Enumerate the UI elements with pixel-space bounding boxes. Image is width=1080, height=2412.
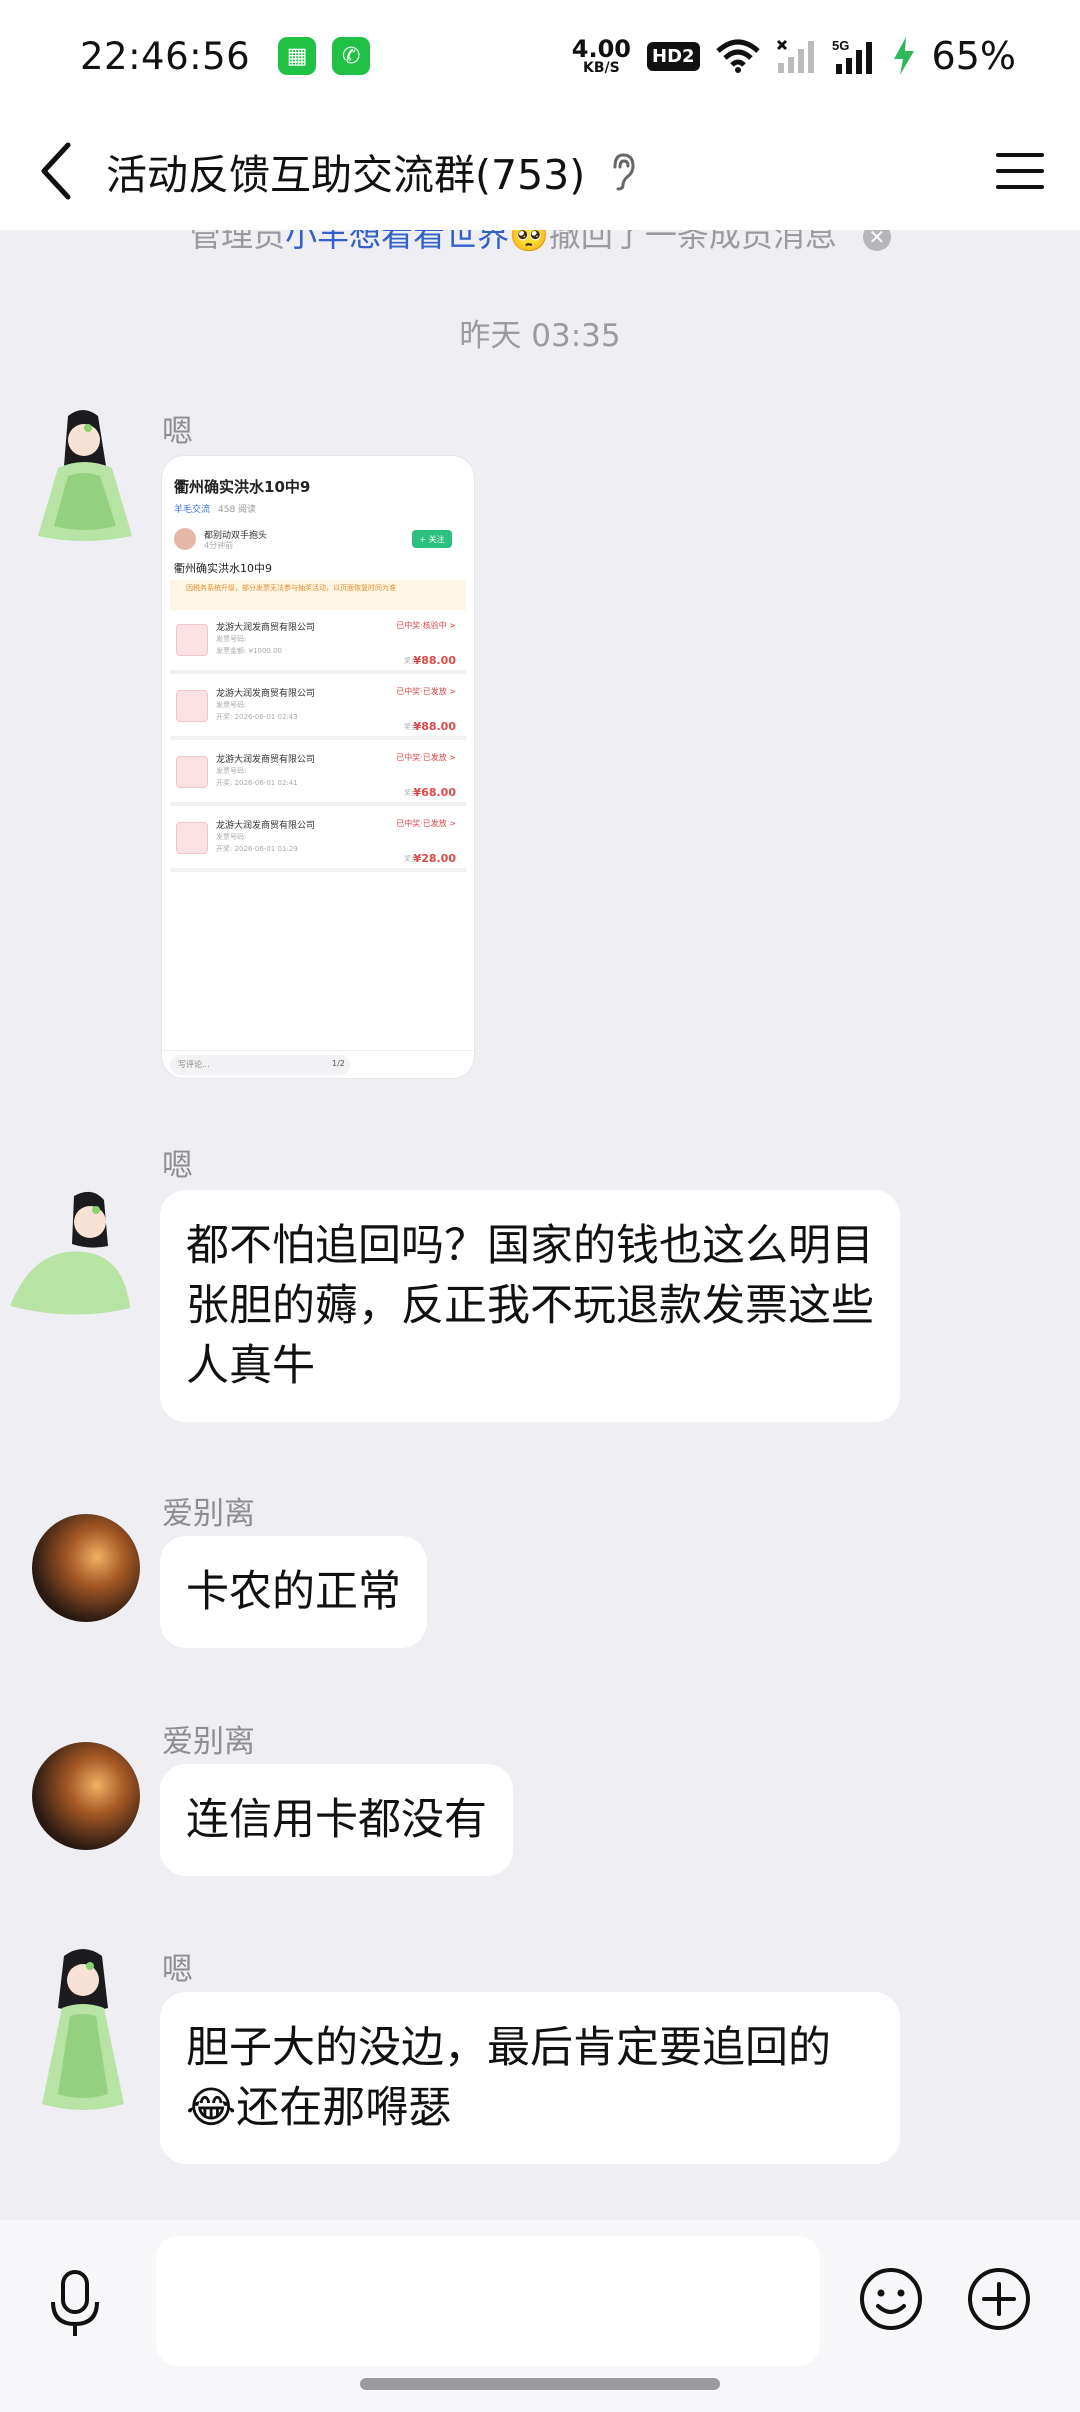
comment-box: 写评论...	[170, 1055, 350, 1075]
invoice-row: 龙游大润发商贸有限公司 已中奖·核验中 > 发票号码: 发票金额: ¥1000.…	[170, 616, 466, 674]
plus-icon	[968, 2268, 1030, 2330]
emoji-icon	[860, 2268, 922, 2330]
message-list[interactable]: 管理员小羊想看看世界🥺撤回了一条成员消息 ✕ 昨天 03:35 嗯 衢州确实洪水1…	[0, 230, 1080, 2220]
status-time: 22:46:56	[80, 34, 251, 78]
card-author: 都别动双手抱头 4分钟前 + 关注	[174, 528, 464, 552]
invoice-thumb	[176, 822, 208, 854]
invoice-row: 龙游大润发商贸有限公司 已中奖·已发放 > 发票号码: 开奖: 2026-06-…	[170, 814, 466, 872]
home-indicator[interactable]	[360, 2378, 720, 2390]
card-bottom-bar: 写评论... 1/2	[162, 1050, 474, 1078]
signal-5g-icon: 5G	[832, 38, 872, 74]
emoji-button[interactable]	[858, 2266, 924, 2332]
status-indicators: 4.00 KB/S HD2 5G 65%	[572, 34, 1016, 78]
avatar[interactable]	[28, 406, 138, 556]
ear-mode-icon	[607, 151, 641, 191]
chat-title[interactable]: 活动反馈互助交流群(753)	[106, 141, 585, 201]
text-message[interactable]: 胆子大的没边，最后肯定要追回的😂还在那嘚瑟	[160, 1992, 900, 2164]
hd-badge: HD2	[647, 41, 700, 71]
card-body: 衢州确实洪水10中9	[174, 562, 272, 575]
charging-icon	[893, 37, 914, 75]
text-message[interactable]: 连信用卡都没有	[160, 1764, 513, 1876]
network-speed: 4.00 KB/S	[571, 35, 631, 76]
invoice-row: 龙游大润发商贸有限公司 已中奖·已发放 > 发票号码: 开奖: 2026-06-…	[170, 748, 466, 806]
sender-name: 嗯	[162, 414, 193, 450]
chat-header: 活动反馈互助交流群(753)	[0, 112, 1080, 230]
card-meta: 羊毛交流 458 阅读	[174, 505, 257, 515]
hamburger-menu-icon	[996, 153, 1044, 189]
page-indicator: 1/2	[332, 1059, 345, 1068]
avatar[interactable]	[28, 1944, 138, 2124]
back-button[interactable]	[6, 112, 106, 230]
follow-button: + 关注	[412, 530, 452, 548]
sender-name: 爱别离	[162, 1496, 255, 1532]
phone-notification-icon: ✆	[332, 37, 371, 75]
sender-name: 嗯	[162, 1148, 193, 1184]
app-notification-icon: ▦	[278, 37, 317, 75]
card-notice: 因税务系统升级，部分发票无法参与抽奖活动，以页面恢复时间为准	[170, 580, 466, 610]
invoice-thumb	[176, 690, 208, 722]
status-bar: 22:46:56 ▦ ✆ 4.00 KB/S HD2 5G 65%	[0, 0, 1080, 112]
battery-percent: 65%	[931, 34, 1016, 78]
invoice-thumb	[176, 756, 208, 788]
sender-name: 嗯	[162, 1952, 193, 1988]
svg-text:5G: 5G	[832, 38, 849, 53]
text-message[interactable]: 都不怕追回吗？国家的钱也这么明目张胆的薅，反正我不玩退款发票这些人真牛	[160, 1190, 900, 1422]
avatar[interactable]	[32, 1742, 140, 1850]
image-message[interactable]: 衢州确实洪水10中9 羊毛交流 458 阅读 都别动双手抱头 4分钟前 + 关注 …	[162, 456, 474, 1078]
chat-screen: 22:46:56 ▦ ✆ 4.00 KB/S HD2 5G 65% 活动反馈互助…	[0, 0, 1080, 2412]
recall-notice: 管理员小羊想看看世界🥺撤回了一条成员消息 ✕	[0, 230, 1080, 256]
avatar[interactable]	[32, 1514, 140, 1622]
card-title: 衢州确实洪水10中9	[174, 478, 311, 496]
time-divider: 昨天 03:35	[459, 318, 621, 354]
voice-button[interactable]	[44, 2264, 106, 2344]
no-signal-sim-icon	[776, 39, 814, 73]
invoice-row: 龙游大润发商贸有限公司 已中奖·已发放 > 发票号码: 开奖: 2026-06-…	[170, 682, 466, 740]
close-icon[interactable]: ✕	[862, 230, 891, 251]
chat-menu-button[interactable]	[960, 112, 1080, 230]
message-input[interactable]	[156, 2236, 820, 2366]
more-button[interactable]	[966, 2266, 1032, 2332]
text-message[interactable]: 卡农的正常	[160, 1536, 427, 1648]
invoice-thumb	[176, 624, 208, 656]
wifi-icon	[715, 39, 760, 73]
microphone-icon	[51, 2270, 99, 2336]
admin-name-link[interactable]: 小羊想看看世界🥺	[285, 230, 549, 254]
sender-name: 爱别离	[162, 1724, 255, 1760]
avatar[interactable]	[4, 1186, 134, 1326]
author-avatar	[174, 528, 196, 550]
chevron-left-icon	[41, 142, 71, 200]
